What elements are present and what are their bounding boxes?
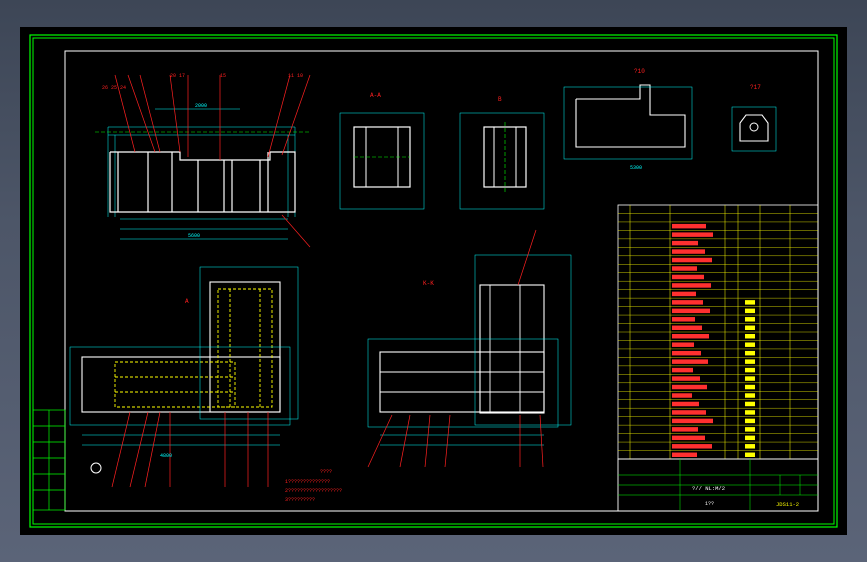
- bom-cell-text: [672, 418, 713, 424]
- parts-list-table: [617, 204, 819, 460]
- bom-cell-text: [672, 274, 704, 280]
- detail-view-17: ?17: [731, 84, 777, 152]
- section-b-b: B: [459, 96, 545, 210]
- section-title-k-k: K-K: [423, 280, 434, 287]
- detail-view-10: ?10 5300: [563, 68, 693, 171]
- section-a-a: A-A: [339, 92, 425, 210]
- drawing-sheet: 26 25 24 20 17 15 11 10 2000 5600 A-A B: [20, 27, 847, 535]
- dim-label-overall: 2000: [195, 103, 207, 109]
- bom-cell-text: [672, 384, 707, 390]
- bom-cell-text: [672, 393, 692, 398]
- drawing-subtitle: 1??: [705, 501, 714, 507]
- bom-cell-text: [672, 427, 698, 432]
- bom-cell-material: [745, 308, 755, 314]
- bom-cell-text: [672, 232, 713, 237]
- cad-viewport[interactable]: 26 25 24 20 17 15 11 10 2000 5600 A-A B: [0, 0, 867, 562]
- bom-cell-material: [745, 452, 755, 457]
- bom-cell-text: [672, 452, 697, 457]
- notes-heading: ????: [320, 469, 332, 475]
- technical-notes: ???? 1?????????????? 2??????????????????…: [285, 469, 342, 503]
- bom-cell-material: [745, 359, 755, 364]
- front-elevation-view: 26 25 24 20 17 15 11 10 2000 5600: [95, 73, 311, 248]
- bom-cell-material: [745, 325, 755, 330]
- bom-cell-material: [745, 350, 755, 356]
- svg-text:26 25 24: 26 25 24: [102, 85, 126, 91]
- detail-title-10: ?10: [634, 68, 645, 75]
- bom-cell-text: [672, 223, 706, 229]
- notes-line-3: 3?????????: [285, 497, 315, 503]
- bom-cell-material: [745, 384, 755, 390]
- bom-cell-material: [745, 367, 755, 373]
- svg-text:11 10: 11 10: [288, 73, 303, 79]
- bom-cell-text: [672, 266, 697, 271]
- bom-cell-material: [745, 334, 755, 339]
- notes-line-1: 1??????????????: [285, 479, 330, 485]
- plan-view-k-k: K-K: [367, 229, 572, 468]
- bom-cell-text: [672, 249, 705, 254]
- bom-cell-text: [672, 308, 710, 314]
- bom-cell-text: [672, 300, 703, 305]
- drawing-number: JDS11-2: [776, 501, 799, 508]
- detail-title-17: ?17: [750, 84, 761, 91]
- bom-cell-text: [672, 401, 699, 407]
- bom-cell-text: [672, 291, 696, 297]
- dim-label-5600: 5600: [188, 233, 200, 239]
- bom-cell-material: [745, 317, 755, 322]
- cad-drawing-canvas[interactable]: 26 25 24 20 17 15 11 10 2000 5600 A-A B: [20, 27, 847, 535]
- section-title-a-a: A-A: [370, 92, 381, 99]
- bom-cell-material: [745, 342, 755, 347]
- bom-cell-text: [672, 334, 709, 339]
- bom-cell-text: [672, 342, 694, 347]
- bom-cell-material: [745, 435, 755, 441]
- view-label-a: A: [185, 298, 189, 305]
- revision-strip: [32, 409, 66, 511]
- svg-text:15: 15: [220, 73, 226, 79]
- bom-cell-text: [672, 410, 706, 415]
- bom-cell-material: [745, 410, 755, 415]
- title-block: ?// NL:M/2 1?? JDS11-2: [617, 458, 819, 512]
- bom-cell-text: [672, 350, 701, 356]
- plan-view-left: A 4800: [69, 266, 299, 488]
- bom-cell-text: [672, 283, 711, 288]
- svg-text:20 17: 20 17: [170, 73, 185, 79]
- bom-cell-text: [672, 376, 700, 381]
- bom-cell-material: [745, 418, 755, 424]
- bom-cell-text: [672, 317, 695, 322]
- bom-cell-material: [745, 376, 755, 381]
- bom-cell-text: [672, 359, 708, 364]
- bom-cell-material: [745, 401, 755, 407]
- svg-text:5300: 5300: [630, 165, 642, 171]
- bom-cell-text: [672, 435, 705, 441]
- bom-cell-text: [672, 367, 693, 373]
- bom-cell-text: [672, 257, 712, 263]
- section-title-b-b: B: [498, 96, 502, 103]
- bom-cell-material: [745, 393, 755, 398]
- drawing-title: ?// NL:M/2: [692, 485, 725, 492]
- bom-cell-text: [672, 444, 712, 449]
- bom-cell-text: [672, 325, 702, 330]
- bom-cell-text: [672, 240, 698, 246]
- bom-cell-material: [745, 444, 755, 449]
- notes-line-2: 2??????????????????: [285, 488, 342, 494]
- bom-cell-material: [745, 427, 755, 432]
- bom-cell-material: [745, 300, 755, 305]
- dim-label-4800: 4800: [160, 453, 172, 459]
